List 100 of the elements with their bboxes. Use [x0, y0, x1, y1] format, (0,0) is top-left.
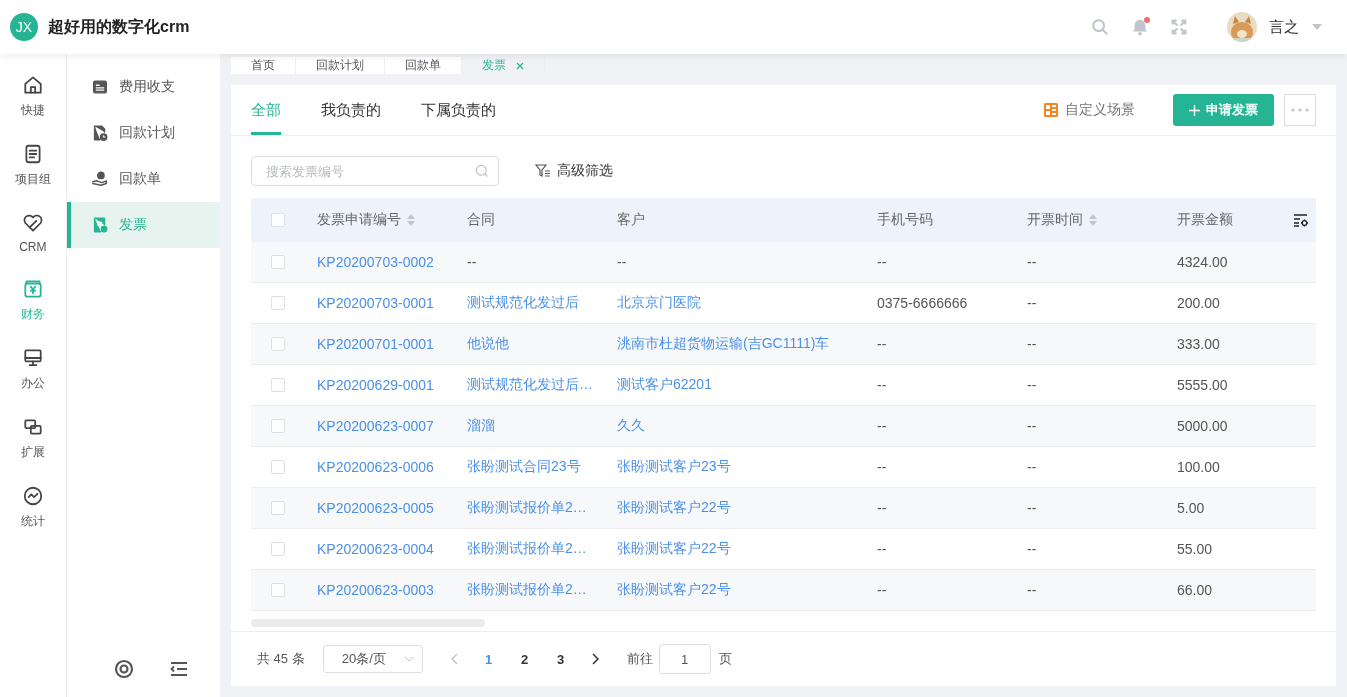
table-link[interactable]: KP20200703-0001: [317, 295, 434, 311]
table-row[interactable]: KP20200623-0003 张盼测试报价单2… 张盼测试客户22号 -- -- 66.00: [251, 570, 1316, 611]
table-link[interactable]: 张盼测试报价单2…: [467, 540, 587, 558]
table-cell: --: [1027, 500, 1037, 516]
table-cell: 5555.00: [1177, 377, 1228, 393]
nav-rail-item[interactable]: 统计: [20, 485, 45, 530]
table-row[interactable]: KP20200623-0007 溜溜 久久 -- -- 5000.00: [251, 406, 1316, 447]
row-checkbox[interactable]: [271, 255, 285, 269]
table-link[interactable]: KP20200623-0007: [317, 418, 434, 434]
nav-rail-item[interactable]: 项目组: [14, 143, 51, 188]
nav-rail-item[interactable]: 扩展: [20, 416, 45, 461]
nav-rail-item[interactable]: 财务: [20, 278, 45, 323]
more-button[interactable]: [1284, 94, 1316, 126]
table-row[interactable]: KP20200703-0002 -- -- -- -- 4324.00: [251, 242, 1316, 283]
page-tab[interactable]: 首页: [231, 57, 296, 74]
user-name[interactable]: 言之: [1269, 17, 1299, 37]
table-cell: --: [467, 254, 477, 270]
table-link[interactable]: 测试规范化发过后…: [467, 376, 593, 394]
apply-invoice-button[interactable]: 申请发票: [1173, 94, 1274, 126]
filter-icon: [535, 164, 551, 178]
goto-label: 前往: [626, 650, 653, 668]
trend-icon: [21, 485, 44, 507]
plus-icon: [1189, 104, 1200, 116]
table-link[interactable]: KP20200623-0006: [317, 459, 434, 475]
table-link[interactable]: KP20200703-0002: [317, 254, 434, 270]
table-cell: --: [877, 418, 887, 434]
search-field[interactable]: 搜索发票编号: [251, 156, 499, 186]
sort-icon[interactable]: [407, 214, 415, 226]
table-row[interactable]: KP20200623-0005 张盼测试报价单2… 张盼测试客户22号 -- -- 5.00: [251, 488, 1316, 529]
table-link[interactable]: 溜溜: [467, 417, 495, 435]
close-icon[interactable]: [516, 61, 524, 70]
page-tab[interactable]: 回款单: [385, 57, 462, 74]
submenu-item[interactable]: 回款计划: [66, 110, 220, 156]
page-number[interactable]: 3: [542, 650, 579, 668]
table-link[interactable]: 测试规范化发过后: [467, 294, 579, 312]
page-number[interactable]: 1: [470, 650, 507, 668]
submenu-item[interactable]: 发票: [66, 202, 220, 248]
table-row[interactable]: KP20200701-0001 他说他 洮南市杜超货物运输(吉GC1111)车 -- -- 333.00: [251, 324, 1316, 365]
target-icon[interactable]: [114, 659, 134, 679]
table-cell: 55.00: [1177, 541, 1213, 557]
sort-icon[interactable]: [1089, 214, 1097, 226]
search-icon: [475, 164, 489, 178]
select-all-checkbox[interactable]: [271, 213, 285, 227]
table-link[interactable]: 张盼测试报价单2…: [467, 581, 587, 599]
row-checkbox[interactable]: [271, 337, 285, 351]
table-cell: 66.00: [1177, 582, 1213, 598]
table-cell: 5000.00: [1177, 418, 1228, 434]
row-checkbox[interactable]: [271, 583, 285, 597]
submenu-item[interactable]: 费用收支: [66, 64, 220, 110]
collapse-menu-icon[interactable]: [168, 659, 189, 679]
nav-rail-item[interactable]: 快捷: [20, 74, 45, 119]
table-link[interactable]: KP20200629-0001: [317, 377, 434, 393]
caret-icon[interactable]: [1311, 23, 1323, 31]
table-link[interactable]: 张盼测试客户22号: [617, 540, 731, 558]
page-input[interactable]: 1: [658, 644, 711, 674]
scope-tab[interactable]: 全部: [251, 85, 281, 135]
table-link[interactable]: KP20200623-0005: [317, 500, 434, 516]
table-link[interactable]: 洮南市杜超货物运输(吉GC1111)车: [617, 335, 830, 353]
column-settings-icon[interactable]: [1293, 212, 1309, 228]
row-checkbox[interactable]: [271, 296, 285, 310]
table-link[interactable]: KP20200701-0001: [317, 336, 434, 352]
table-cell: --: [877, 582, 887, 598]
table-cell: --: [1027, 459, 1037, 475]
fullscreen-icon[interactable]: [1171, 19, 1187, 35]
page-size-select[interactable]: 20条/页: [322, 645, 423, 673]
scope-tab[interactable]: 我负责的: [321, 85, 381, 135]
table-link[interactable]: KP20200623-0003: [317, 582, 434, 598]
table-link[interactable]: 张盼测试客户22号: [617, 499, 731, 517]
scope-tab[interactable]: 下属负责的: [421, 85, 496, 135]
nav-rail-item[interactable]: 办公: [20, 347, 45, 392]
table-link[interactable]: 他说他: [467, 335, 509, 353]
search-icon[interactable]: [1091, 18, 1109, 36]
app-title: 超好用的数字化crm: [48, 16, 190, 37]
table-link[interactable]: 张盼测试客户22号: [617, 581, 731, 599]
notification-bell-icon[interactable]: [1131, 18, 1149, 36]
nav-rail-item[interactable]: CRM: [19, 212, 47, 254]
logo: JX: [10, 13, 38, 41]
advanced-filter-button[interactable]: 高级筛选: [529, 161, 619, 181]
table-link[interactable]: 北京京门医院: [617, 294, 701, 312]
page-number[interactable]: 2: [506, 650, 543, 668]
row-checkbox[interactable]: [271, 501, 285, 515]
submenu-item[interactable]: 回款单: [66, 156, 220, 202]
row-checkbox[interactable]: [271, 542, 285, 556]
row-checkbox[interactable]: [271, 378, 285, 392]
table-cell: 4324.00: [1177, 254, 1228, 270]
table-link[interactable]: 张盼测试客户23号: [617, 458, 731, 476]
table-cell: --: [877, 254, 887, 270]
table-link[interactable]: 久久: [617, 417, 645, 435]
total-count: 共 45 条: [257, 650, 305, 668]
table-link[interactable]: KP20200623-0004: [317, 541, 434, 557]
row-checkbox[interactable]: [271, 419, 285, 433]
table-link[interactable]: 张盼测试报价单2…: [467, 499, 587, 517]
row-checkbox[interactable]: [271, 460, 285, 474]
table-link[interactable]: 测试客户62201: [617, 376, 712, 394]
table-link[interactable]: 张盼测试合同23号: [467, 458, 581, 476]
column-header: 发票申请编号: [317, 211, 401, 229]
page-tab[interactable]: 回款计划: [296, 57, 385, 74]
table-cell: --: [877, 336, 887, 352]
chevron-left-icon: [450, 653, 459, 665]
custom-scene-button[interactable]: 自定义场景: [1037, 100, 1141, 120]
